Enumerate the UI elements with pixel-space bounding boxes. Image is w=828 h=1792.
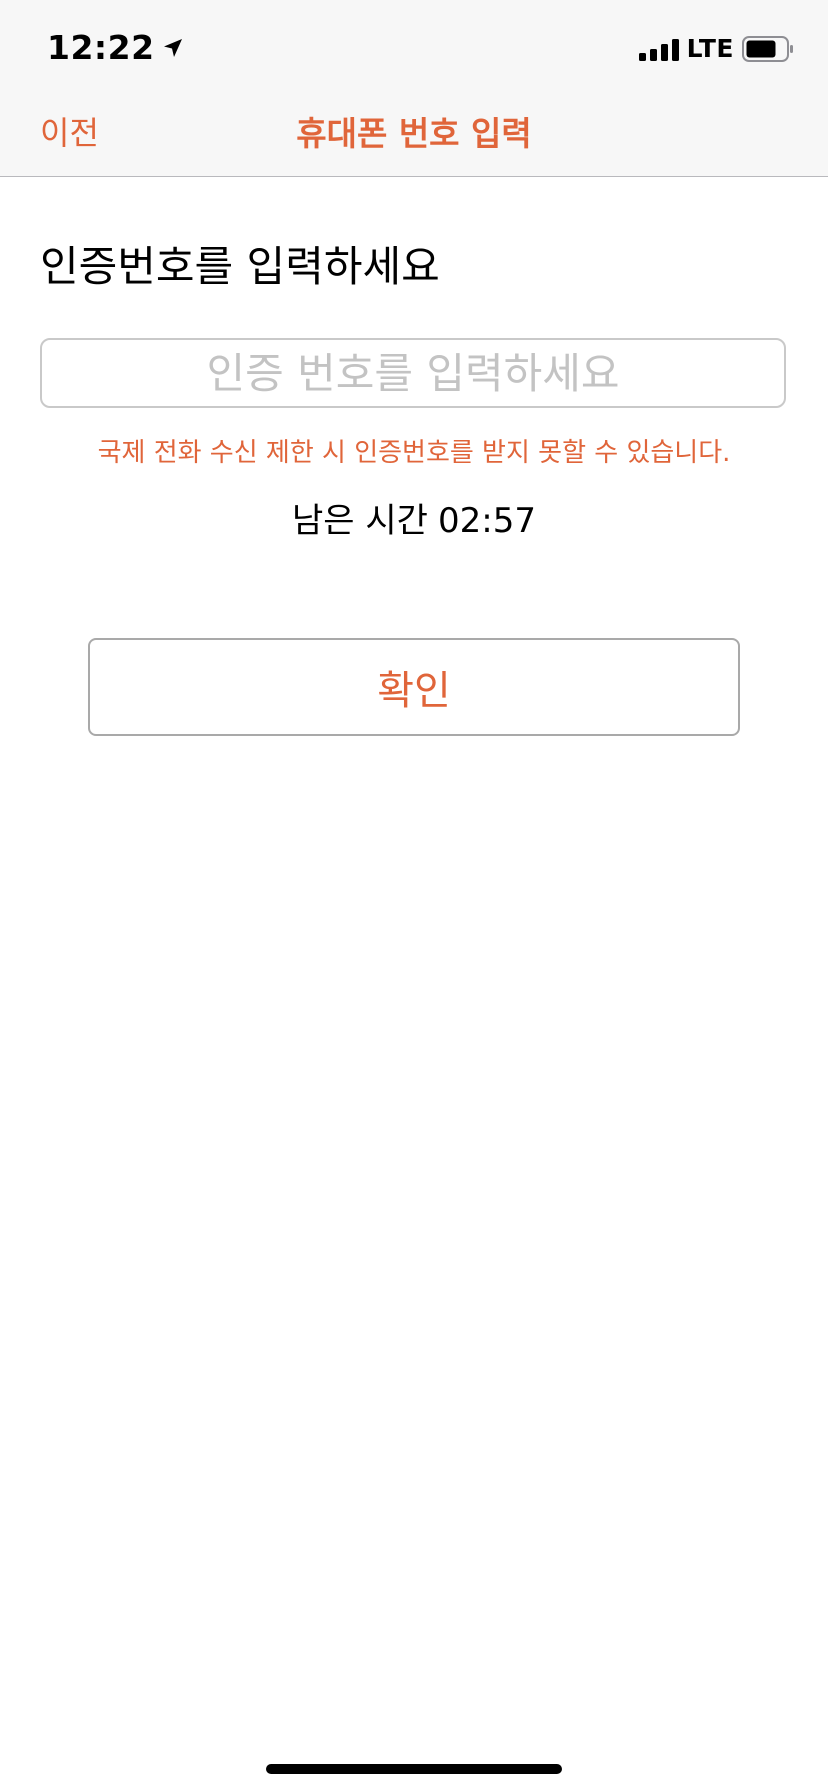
status-time-text: 12:22 <box>47 28 155 67</box>
page-title: 휴대폰 번호 입력 <box>296 114 532 153</box>
top-bar: 12:22 LTE 이전 휴대폰 번호 입력 <box>0 0 828 177</box>
location-arrow-icon <box>163 38 182 57</box>
verification-screen: 12:22 LTE 이전 휴대폰 번호 입력 인증번호를 입력하세요 국제 전화… <box>0 0 828 1792</box>
international-call-warning: 국제 전화 수신 제한 시 인증번호를 받지 못할 수 있습니다. <box>97 438 731 468</box>
remaining-time: 남은 시간 02:57 <box>0 493 828 542</box>
timer-label: 남은 시간 <box>292 501 428 541</box>
cellular-signal-icon <box>638 37 679 61</box>
timer-value: 02:57 <box>437 501 536 541</box>
confirm-button[interactable]: 확인 <box>88 638 740 736</box>
verification-heading: 인증번호를 입력하세요 <box>40 242 440 291</box>
status-time: 12:22 <box>47 28 185 67</box>
verification-code-input[interactable] <box>40 338 786 408</box>
back-button[interactable]: 이전 <box>40 108 99 154</box>
status-indicators: LTE <box>638 34 794 63</box>
home-indicator <box>266 1764 562 1774</box>
battery-icon <box>742 35 793 62</box>
network-type: LTE <box>686 34 734 63</box>
